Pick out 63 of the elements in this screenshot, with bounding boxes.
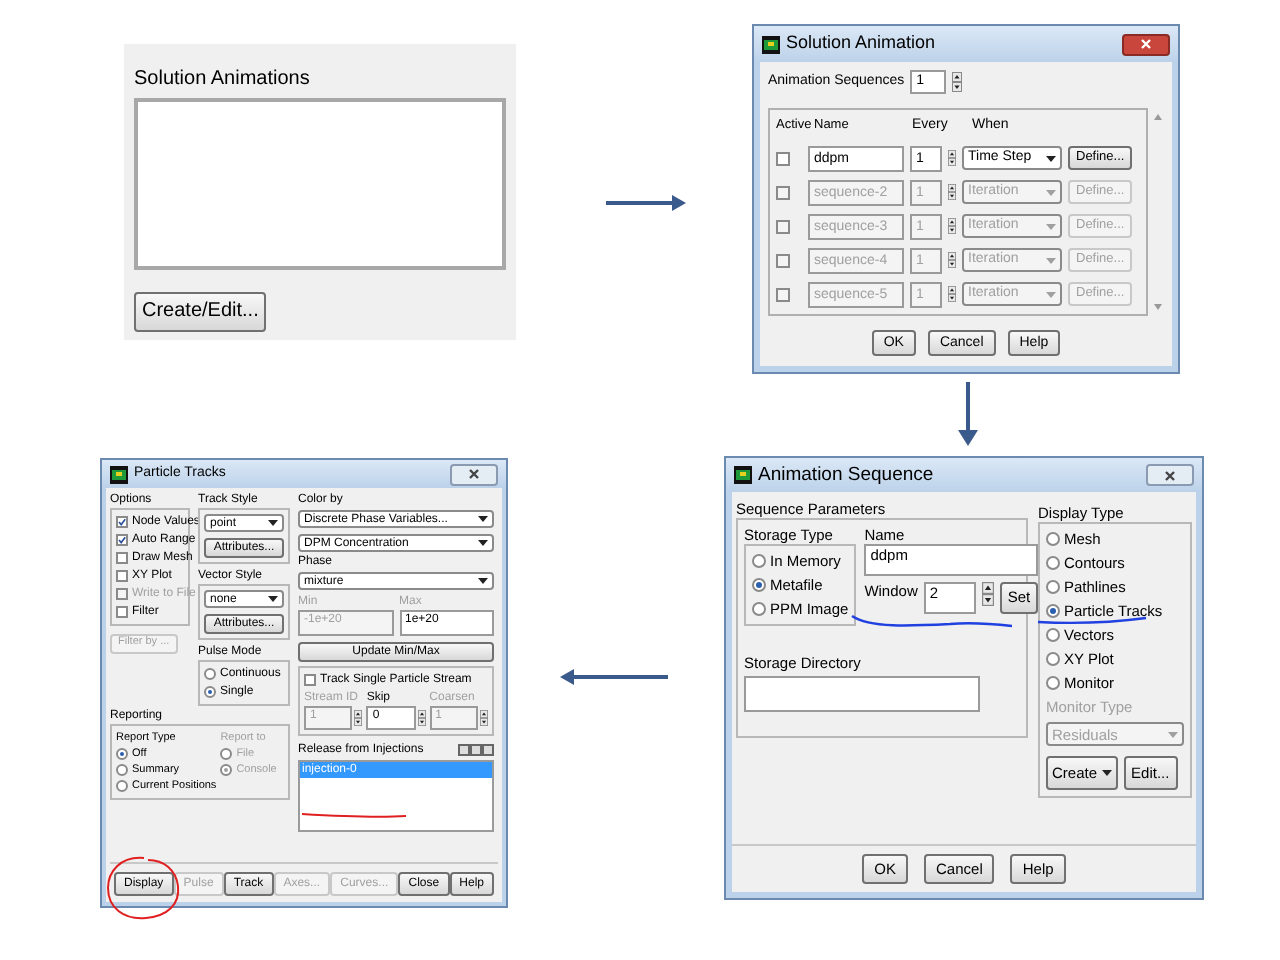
caret-icon [1046,257,1056,263]
radio-button[interactable] [752,602,766,616]
left-arrow [560,668,668,686]
checkbox[interactable] [304,674,316,686]
radio-button[interactable] [1046,580,1060,594]
app-icon [734,466,752,484]
spinner-icon[interactable] [948,218,956,234]
caret-icon [1046,189,1056,195]
close-icon [1164,469,1176,481]
close-icon [468,468,480,480]
right-arrow [606,194,686,212]
app-icon [762,35,780,53]
radio-button[interactable] [1046,676,1060,690]
create-edit-button[interactable]: Create/Edit... [134,292,267,332]
radio-button[interactable] [116,780,128,792]
caret-icon [1046,291,1056,297]
caret-icon [478,578,488,584]
spinner-icon[interactable] [981,582,994,606]
caret-icon [478,516,488,522]
caret-icon [268,596,278,602]
checkbox[interactable] [116,552,128,564]
spinner-icon[interactable] [417,710,426,726]
list-box[interactable] [134,98,506,270]
list-controls-icon[interactable] [458,744,494,756]
window-title: Animation Sequence [758,466,934,484]
radio-button[interactable] [204,686,216,698]
close-button[interactable] [1146,464,1194,486]
spinner-icon[interactable] [952,72,963,92]
caret-icon [478,540,488,546]
window-title: Solution Animation [786,30,936,57]
section-title: Solution Animations [134,66,312,94]
radio-button[interactable] [116,748,128,760]
down-arrow [958,382,978,446]
close-button[interactable] [1122,33,1170,55]
caret-icon [1168,731,1178,737]
checkbox[interactable] [116,534,128,546]
checkbox[interactable] [116,606,128,618]
radio-button[interactable] [204,668,216,680]
close-button[interactable] [450,463,498,485]
app-icon [110,465,128,483]
spinner-icon[interactable] [948,150,956,166]
radio-button[interactable] [1046,604,1060,618]
radio-button[interactable] [116,764,128,776]
radio-button[interactable] [1046,628,1060,642]
checkbox[interactable] [776,151,790,165]
radio-button[interactable] [1046,652,1060,666]
annotation-underline [300,810,408,820]
caret-icon [1101,770,1112,776]
checkbox[interactable] [116,516,128,528]
spinner-icon[interactable] [948,184,956,200]
annotation-underline [1036,616,1148,626]
close-icon [1140,38,1152,50]
spinner-icon[interactable] [948,252,956,268]
radio-button[interactable] [752,578,766,592]
text-field[interactable] [744,676,980,712]
caret-icon [1046,223,1056,229]
radio-button[interactable] [1046,556,1060,570]
checkbox[interactable] [116,570,128,582]
spinner-icon[interactable] [948,286,956,302]
radio-button[interactable] [752,554,766,568]
caret-icon [1046,155,1056,161]
caret-icon [268,520,278,526]
radio-button[interactable] [1046,532,1060,546]
